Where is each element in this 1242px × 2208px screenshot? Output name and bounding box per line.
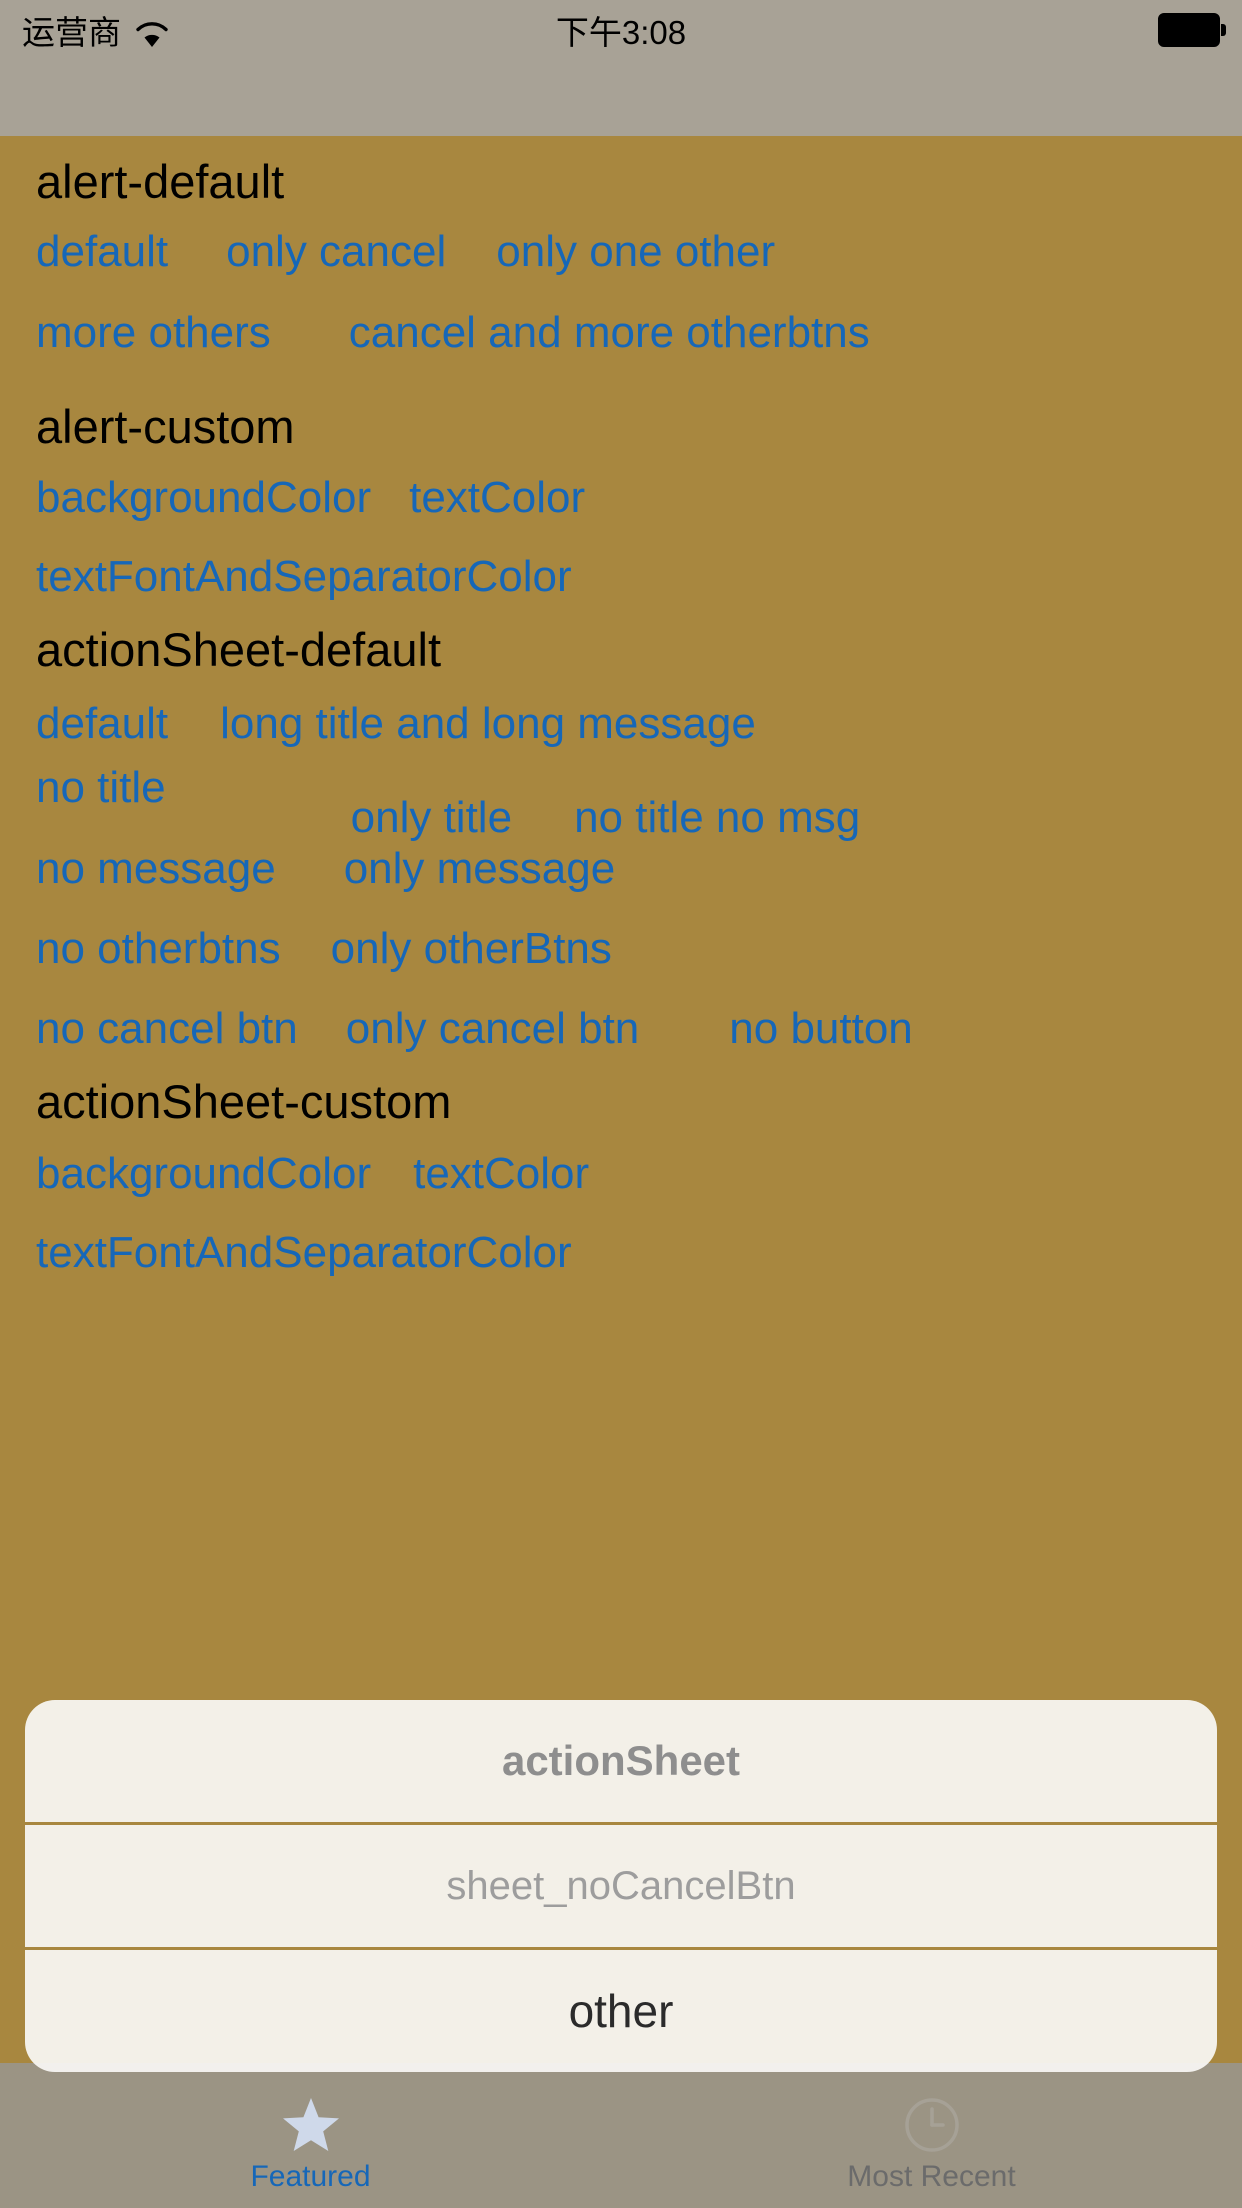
status-bar-right bbox=[1158, 0, 1226, 60]
btn-sheet-only-title[interactable]: only title bbox=[351, 796, 512, 840]
btn-sheet-no-title[interactable]: no title bbox=[36, 766, 166, 810]
status-bar: 运营商 下午3:08 bbox=[0, 0, 1242, 60]
btn-alert-custom-background-color[interactable]: backgroundColor bbox=[36, 476, 371, 520]
btn-alert-more-others[interactable]: more others bbox=[36, 311, 271, 355]
action-sheet-other-button[interactable]: other bbox=[563, 1983, 680, 2039]
row-actionsheet-default-3: no message only message bbox=[36, 847, 1242, 891]
btn-sheet-long-title-and-long-message[interactable]: long title and long message bbox=[220, 702, 756, 746]
tab-featured[interactable]: Featured bbox=[0, 2063, 621, 2208]
btn-sheet-only-otherbtns[interactable]: only otherBtns bbox=[331, 927, 612, 971]
btn-sheet-no-cancel-btn[interactable]: no cancel btn bbox=[36, 1007, 298, 1051]
row-actionsheet-custom-2: textFontAndSeparatorColor bbox=[36, 1231, 1242, 1275]
tab-most-recent[interactable]: Most Recent bbox=[621, 2063, 1242, 2208]
battery-full-icon bbox=[1158, 13, 1226, 47]
row-alert-default-2: more others cancel and more otherbtns bbox=[36, 311, 1242, 355]
btn-alert-cancel-and-more-otherbtns[interactable]: cancel and more otherbtns bbox=[349, 311, 870, 355]
btn-sheet-custom-background-color[interactable]: backgroundColor bbox=[36, 1152, 371, 1196]
btn-sheet-custom-text-color[interactable]: textColor bbox=[413, 1152, 589, 1196]
btn-alert-only-cancel[interactable]: only cancel bbox=[226, 230, 446, 274]
clock-icon bbox=[902, 2092, 962, 2154]
row-actionsheet-default-2: no title only title no title no msg bbox=[36, 766, 1242, 840]
btn-sheet-default[interactable]: default bbox=[36, 702, 168, 746]
btn-alert-custom-textfont-and-separator-color[interactable]: textFontAndSeparatorColor bbox=[36, 555, 572, 599]
row-actionsheet-default-1: default long title and long message bbox=[36, 702, 1242, 746]
btn-alert-default[interactable]: default bbox=[36, 230, 168, 274]
section-title-alert-default: alert-default bbox=[36, 155, 285, 208]
action-sheet: actionSheet sheet_noCancelBtn other bbox=[25, 1700, 1217, 2072]
btn-sheet-only-cancel-btn[interactable]: only cancel btn bbox=[346, 1007, 640, 1051]
action-sheet-other-row[interactable]: other bbox=[25, 1950, 1217, 2072]
section-title-actionsheet-default: actionSheet-default bbox=[36, 623, 442, 676]
btn-sheet-custom-textfont-and-separator-color[interactable]: textFontAndSeparatorColor bbox=[36, 1231, 572, 1275]
row-actionsheet-custom-1: backgroundColor textColor bbox=[36, 1152, 1242, 1196]
btn-sheet-no-message[interactable]: no message bbox=[36, 847, 276, 891]
row-alert-custom-2: textFontAndSeparatorColor bbox=[36, 555, 1242, 599]
btn-alert-custom-text-color[interactable]: textColor bbox=[409, 476, 585, 520]
row-actionsheet-default-5: no cancel btn only cancel btn no button bbox=[36, 1007, 1242, 1051]
action-sheet-message: sheet_noCancelBtn bbox=[446, 1863, 796, 1908]
btn-sheet-only-message[interactable]: only message bbox=[344, 847, 615, 891]
tab-bar: Featured Most Recent bbox=[0, 2063, 1242, 2208]
row-alert-default-1: default only cancel only one other bbox=[36, 230, 1242, 274]
btn-sheet-no-otherbtns[interactable]: no otherbtns bbox=[36, 927, 281, 971]
status-bar-time: 下午3:08 bbox=[555, 14, 687, 51]
star-icon bbox=[281, 2092, 341, 2154]
section-title-actionsheet-custom: actionSheet-custom bbox=[36, 1075, 452, 1128]
btn-sheet-no-button[interactable]: no button bbox=[729, 1007, 913, 1051]
btn-sheet-no-title-no-msg[interactable]: no title no msg bbox=[574, 796, 860, 840]
action-sheet-title: actionSheet bbox=[501, 1737, 741, 1784]
row-actionsheet-default-4: no otherbtns only otherBtns bbox=[36, 927, 1242, 971]
row-alert-custom-1: backgroundColor textColor bbox=[36, 476, 1242, 520]
action-sheet-message-row: sheet_noCancelBtn bbox=[25, 1825, 1217, 1947]
action-sheet-title-row: actionSheet bbox=[25, 1700, 1217, 1822]
phone-screen: 运营商 下午3:08 alert-default default only ca… bbox=[0, 0, 1242, 2208]
section-title-alert-custom: alert-custom bbox=[36, 400, 295, 453]
tab-featured-label: Featured bbox=[250, 2160, 371, 2193]
btn-alert-only-one-other[interactable]: only one other bbox=[496, 230, 775, 274]
tab-most-recent-label: Most Recent bbox=[847, 2160, 1016, 2193]
